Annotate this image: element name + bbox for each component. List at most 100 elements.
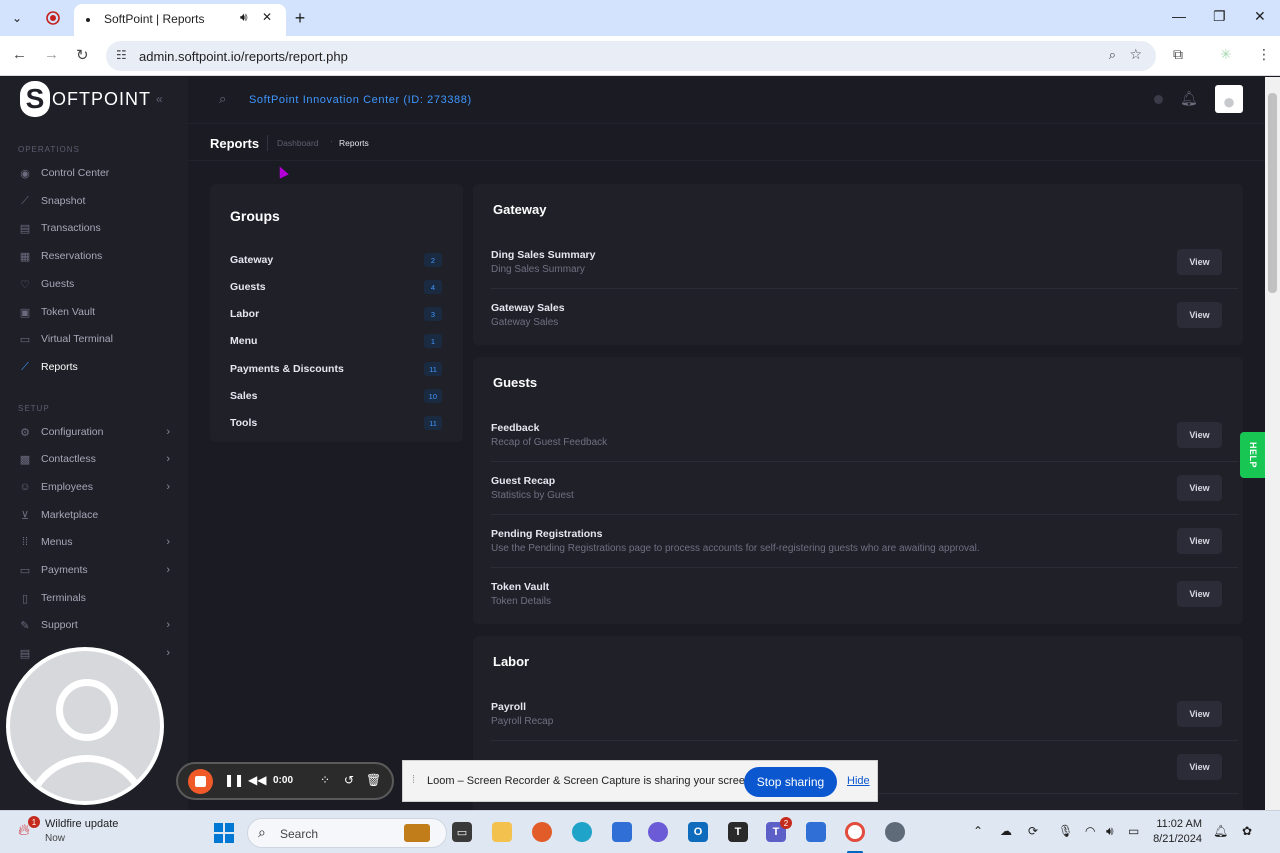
loom-camera-bubble[interactable] bbox=[6, 647, 164, 805]
sidebar-item-guests[interactable]: ♡ Guests bbox=[18, 273, 178, 295]
group-item-sales[interactable]: Sales 10 bbox=[230, 387, 442, 405]
status-dot-icon[interactable] bbox=[1154, 95, 1163, 104]
search-icon[interactable]: ⌕ bbox=[219, 91, 226, 107]
sidebar-item-snapshot[interactable]: ⟋ Snapshot bbox=[18, 190, 178, 212]
rewind-icon[interactable]: ◀◀ bbox=[248, 773, 266, 787]
new-tab-button[interactable]: + bbox=[289, 7, 311, 29]
recording-icon[interactable] bbox=[42, 7, 64, 29]
sidebar-item-transactions[interactable]: ▤ Transactions bbox=[18, 217, 178, 239]
report-name: Token Vault bbox=[491, 581, 550, 593]
copilot-icon[interactable] bbox=[648, 822, 668, 842]
chrome-icon[interactable] bbox=[845, 822, 865, 842]
browser-menu-icon[interactable]: ⋮ bbox=[1257, 46, 1271, 63]
view-button[interactable]: View bbox=[1177, 422, 1222, 448]
sidebar-item-support[interactable]: ✎ Support › bbox=[18, 614, 178, 636]
sidebar-item-terminals[interactable]: ▯ Terminals bbox=[18, 587, 178, 609]
close-window-icon[interactable]: ✕ bbox=[1254, 8, 1266, 25]
maximize-icon[interactable]: ❐ bbox=[1213, 8, 1226, 25]
sidebar-item-menus[interactable]: ⁞⁞ Menus › bbox=[18, 531, 178, 553]
site-info-icon[interactable]: ☷ bbox=[116, 48, 127, 62]
sidebar-item-token-vault[interactable]: ▣ Token Vault bbox=[18, 301, 178, 323]
restart-icon[interactable]: ↺ bbox=[344, 773, 354, 787]
group-item-labor[interactable]: Labor 3 bbox=[230, 305, 442, 323]
extensions-icon[interactable]: ⧉ bbox=[1173, 46, 1183, 63]
sidebar-item-payments[interactable]: ▭ Payments › bbox=[18, 559, 178, 581]
sidebar-item-reports[interactable]: ⟋ Reports bbox=[18, 356, 178, 378]
task-view-icon[interactable]: ▭ bbox=[452, 822, 472, 842]
tab-search-chevron-icon[interactable]: ⌄ bbox=[6, 7, 28, 29]
volume-icon[interactable]: 🔊︎ bbox=[1106, 824, 1114, 839]
view-button[interactable]: View bbox=[1177, 302, 1222, 328]
loom-extension-icon[interactable]: ✳ bbox=[1220, 46, 1232, 63]
microsoft-store-icon[interactable] bbox=[612, 822, 632, 842]
sync-icon[interactable]: ⟳ bbox=[1028, 824, 1038, 838]
active-tab[interactable]: SoftPoint | Reports 🔊︎ ✕ bbox=[74, 4, 286, 36]
pause-icon[interactable]: ❚❚ bbox=[224, 773, 244, 787]
reload-icon[interactable]: ↻ bbox=[76, 46, 89, 64]
help-tab[interactable]: HELP bbox=[1240, 432, 1265, 478]
group-item-payments-discounts[interactable]: Payments & Discounts 11 bbox=[230, 360, 442, 378]
settings-gear-icon[interactable] bbox=[885, 822, 905, 842]
sidebar-item-reservations[interactable]: ▦ Reservations bbox=[18, 245, 178, 267]
tab-audio-icon[interactable]: 🔊︎ bbox=[240, 10, 248, 25]
teams-icon[interactable]: T2 bbox=[766, 817, 792, 842]
view-button[interactable]: View bbox=[1177, 528, 1222, 554]
group-item-gateway[interactable]: Gateway 2 bbox=[230, 251, 442, 269]
tab-close-icon[interactable]: ✕ bbox=[262, 10, 272, 24]
delete-icon[interactable]: 🗑︎ bbox=[366, 773, 381, 787]
stop-sharing-button[interactable]: Stop sharing bbox=[744, 767, 837, 797]
group-item-menu[interactable]: Menu 1 bbox=[230, 332, 442, 350]
notifications-bell-icon[interactable]: 🔔︎ bbox=[1213, 824, 1228, 838]
firefox-icon[interactable] bbox=[532, 822, 552, 842]
back-icon[interactable]: ← bbox=[12, 46, 27, 63]
sidebar-item-marketplace[interactable]: ⊻ Marketplace bbox=[18, 504, 178, 526]
org-name[interactable]: SoftPoint Innovation Center (ID: 273388) bbox=[249, 94, 472, 106]
file-explorer-icon[interactable] bbox=[492, 822, 512, 842]
sidebar-item-label: Token Vault bbox=[41, 306, 96, 318]
start-button[interactable] bbox=[214, 823, 234, 843]
sidebar-item-virtual-terminal[interactable]: ▭ Virtual Terminal bbox=[18, 328, 178, 350]
hide-banner-link[interactable]: Hide bbox=[847, 775, 870, 787]
copilot-preview-icon[interactable]: ✿ bbox=[1242, 824, 1252, 838]
drag-handle-icon[interactable]: ⁞ bbox=[412, 774, 415, 786]
softpoint-logo[interactable]: S OFTPOINT bbox=[20, 81, 151, 117]
wifi-icon[interactable]: ◠ bbox=[1085, 824, 1095, 838]
battery-icon[interactable]: ▭ bbox=[1128, 824, 1139, 838]
sidebar-item-configuration[interactable]: ⚙ Configuration › bbox=[18, 421, 178, 443]
view-button[interactable]: View bbox=[1177, 581, 1222, 607]
loom-stop-recording-button[interactable] bbox=[188, 769, 213, 794]
forward-icon[interactable]: → bbox=[44, 46, 59, 63]
sidebar-item-contactless[interactable]: ▩ Contactless › bbox=[18, 448, 178, 470]
outlook-icon[interactable]: O bbox=[688, 822, 708, 842]
user-avatar[interactable]: ● bbox=[1215, 85, 1243, 113]
zoom-icon[interactable]: ⌕ bbox=[1109, 47, 1116, 63]
view-button[interactable]: View bbox=[1177, 701, 1222, 727]
minimize-icon[interactable]: — bbox=[1172, 8, 1186, 24]
notepad-icon[interactable] bbox=[806, 822, 826, 842]
search-highlight-icon bbox=[404, 824, 430, 842]
view-button[interactable]: View bbox=[1177, 249, 1222, 275]
bookmark-star-icon[interactable]: ☆ bbox=[1129, 46, 1142, 63]
collapse-sidebar-icon[interactable]: « bbox=[156, 92, 163, 106]
taskbar-clock[interactable]: 11:02 AM 8/21/2024 bbox=[1150, 818, 1202, 845]
drawing-tools-icon[interactable]: ⁘ bbox=[320, 773, 330, 787]
sidebar-item-control-center[interactable]: ◉ Control Center bbox=[18, 162, 178, 184]
page-scrollbar[interactable] bbox=[1265, 77, 1280, 810]
sidebar-item-employees[interactable]: ☺ Employees › bbox=[18, 476, 178, 498]
group-count-badge: 4 bbox=[424, 280, 442, 294]
breadcrumb-dashboard[interactable]: Dashboard bbox=[277, 138, 319, 148]
tray-overflow-icon[interactable]: ⌃ bbox=[973, 824, 983, 838]
typora-icon[interactable]: T bbox=[728, 822, 748, 842]
edge-icon[interactable] bbox=[572, 822, 592, 842]
bell-icon[interactable]: 🔔︎ bbox=[1180, 90, 1198, 107]
group-item-guests[interactable]: Guests 4 bbox=[230, 278, 442, 296]
person-icon-body bbox=[24, 755, 150, 801]
onedrive-icon[interactable]: ☁ bbox=[1000, 824, 1012, 838]
group-item-tools[interactable]: Tools 11 bbox=[230, 414, 442, 432]
microphone-icon[interactable]: 🎙︎ bbox=[1058, 824, 1073, 838]
taskbar-search[interactable]: ⌕ Search bbox=[247, 818, 447, 848]
scrollbar-thumb[interactable] bbox=[1268, 93, 1277, 293]
view-button[interactable]: View bbox=[1177, 754, 1222, 780]
view-button[interactable]: View bbox=[1177, 475, 1222, 501]
address-bar[interactable]: ☷ admin.softpoint.io/reports/report.php … bbox=[106, 41, 1156, 71]
